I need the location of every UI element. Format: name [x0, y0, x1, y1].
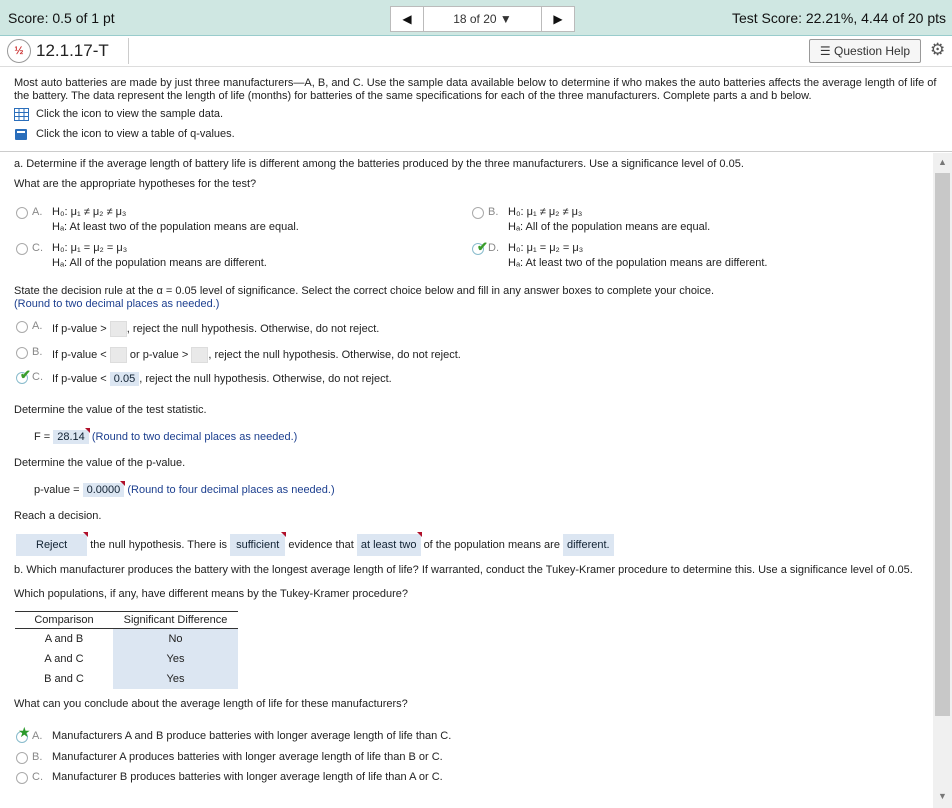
table-row: B and C Yes: [15, 669, 238, 689]
scroll-down-icon[interactable]: ▼: [938, 791, 947, 801]
hypothesis-option-a-h0: H₀: μ₁ ≠ μ₂ ≠ μ₃: [52, 206, 127, 218]
decision-select-4[interactable]: different.: [563, 534, 614, 556]
q-values-link[interactable]: Click the icon to view a table of q-valu…: [14, 127, 235, 141]
p-value-row: p-value = 0.0000 (Round to four decimal …: [34, 481, 335, 497]
part-b-prompt: b. Which manufacturer produces the batte…: [14, 564, 913, 576]
scrollbar[interactable]: ▲ ▼: [933, 153, 952, 808]
table-header: Comparison: [15, 611, 113, 629]
divider: [128, 38, 129, 64]
decision-select-3[interactable]: at least two: [356, 532, 422, 556]
table-grid-icon: [14, 107, 29, 121]
tukey-question: Which populations, if any, have differen…: [14, 588, 408, 600]
f-statistic-row: F = 28.14 (Round to two decimal places a…: [34, 428, 298, 444]
rule-a-input[interactable]: [109, 321, 127, 337]
triangle-right-icon: ▶: [553, 12, 563, 26]
scroll-up-icon[interactable]: ▲: [938, 157, 947, 167]
conclusion-option-b-text: Manufacturer A produces batteries with l…: [52, 751, 443, 763]
rule-b-input-2[interactable]: [191, 347, 209, 363]
rule-b-input-1[interactable]: [109, 347, 127, 363]
table-header: Significant Difference: [113, 611, 238, 629]
hypothesis-option-c-h0: H₀: μ₁ = μ₂ = μ₃: [52, 242, 128, 254]
table-row: A and B No: [15, 628, 238, 649]
significance-select[interactable]: Yes: [113, 669, 238, 689]
hypothesis-option-b-h0: H₀: μ₁ ≠ μ₂ ≠ μ₃: [508, 206, 583, 218]
question-header: ½ 12.1.17-T ☰ Question Help ⚙: [0, 36, 952, 67]
question-selector[interactable]: 18 of 20 ▼: [424, 7, 541, 31]
decision-rule-prompt: State the decision rule at the α = 0.05 …: [14, 285, 715, 297]
conclusion-option-a-text: Manufacturers A and B produce batteries …: [52, 730, 452, 742]
tukey-table: Comparison Significant Difference A and …: [15, 611, 238, 689]
round-hint: (Round to two decimal places as needed.): [14, 298, 220, 310]
p-value-input[interactable]: 0.0000: [82, 481, 125, 497]
rule-c-input[interactable]: 0.05: [109, 372, 140, 386]
check-icon: ✔: [20, 367, 31, 382]
next-question-button[interactable]: ▶: [541, 7, 574, 31]
conclusion-option-c-radio[interactable]: [16, 772, 28, 784]
p-value-prompt: Determine the value of the p-value.: [14, 457, 186, 469]
test-score-text: Test Score: 22.21%, 4.44 of 20 pts: [731, 10, 946, 26]
decision-select-1[interactable]: Reject: [16, 532, 89, 556]
question-navigator: ◀ 18 of 20 ▼ ▶: [390, 6, 575, 32]
rule-option-b-text: If p-value < or p-value > , reject the n…: [52, 347, 461, 363]
hypothesis-option-c-radio[interactable]: [16, 243, 28, 255]
question-id: 12.1.17-T: [36, 41, 109, 60]
score-text: Score: 0.5 of 1 pt: [8, 10, 115, 26]
partial-credit-icon: ½: [7, 39, 31, 63]
hypothesis-option-c-ha: Hₐ: All of the population means are diff…: [52, 257, 267, 269]
caret-down-icon: ▼: [499, 12, 512, 26]
star-icon: ★: [18, 724, 31, 740]
stat-prompt: Determine the value of the test statisti…: [14, 404, 207, 416]
significance-select[interactable]: Yes: [113, 649, 238, 669]
hypothesis-option-a-radio[interactable]: [16, 207, 28, 219]
triangle-left-icon: ◀: [402, 12, 412, 26]
conclusion-option-b-radio[interactable]: [16, 752, 28, 764]
gear-icon[interactable]: ⚙: [930, 40, 945, 60]
part-a-prompt: a. Determine if the average length of ba…: [14, 158, 744, 170]
hypothesis-option-b-radio[interactable]: [472, 207, 484, 219]
book-icon: [15, 128, 27, 140]
hypothesis-option-b-ha: Hₐ: All of the population means are equa…: [508, 221, 711, 233]
rule-option-a-text: If p-value > , reject the null hypothesi…: [52, 321, 379, 337]
sample-data-link[interactable]: Click the icon to view the sample data.: [14, 107, 223, 121]
top-bar: Score: 0.5 of 1 pt ◀ 18 of 20 ▼ ▶ Test S…: [0, 0, 952, 36]
decision-select-2[interactable]: sufficient: [230, 532, 287, 556]
hypotheses-question: What are the appropriate hypotheses for …: [14, 178, 257, 190]
question-intro: Most auto batteries are made by just thr…: [14, 77, 937, 102]
check-icon: ✔: [477, 239, 488, 254]
rule-option-a-radio[interactable]: [16, 321, 28, 333]
list-icon: ☰: [819, 44, 835, 58]
hypothesis-option-a-ha: Hₐ: At least two of the population means…: [52, 221, 299, 233]
section-divider: [0, 151, 952, 152]
rule-option-b-radio[interactable]: [16, 347, 28, 359]
hypothesis-option-d-h0: H₀: μ₁ = μ₂ = μ₃: [508, 242, 584, 254]
decision-row: Reject the null hypothesis. There is suf…: [16, 532, 614, 556]
table-row: A and C Yes: [15, 649, 238, 669]
hypothesis-option-d-ha: Hₐ: At least two of the population means…: [508, 257, 768, 269]
decision-prompt: Reach a decision.: [14, 510, 102, 522]
conclusion-option-c-text: Manufacturer B produces batteries with l…: [52, 771, 443, 783]
previous-question-button[interactable]: ◀: [391, 7, 424, 31]
significance-select[interactable]: No: [113, 628, 238, 649]
rule-option-c-text: If p-value < 0.05, reject the null hypot…: [52, 372, 392, 386]
question-help-button[interactable]: ☰ Question Help: [809, 39, 921, 63]
f-statistic-input[interactable]: 28.14: [53, 428, 90, 444]
conclude-question: What can you conclude about the average …: [14, 698, 408, 710]
scrollbar-thumb[interactable]: [935, 173, 950, 716]
